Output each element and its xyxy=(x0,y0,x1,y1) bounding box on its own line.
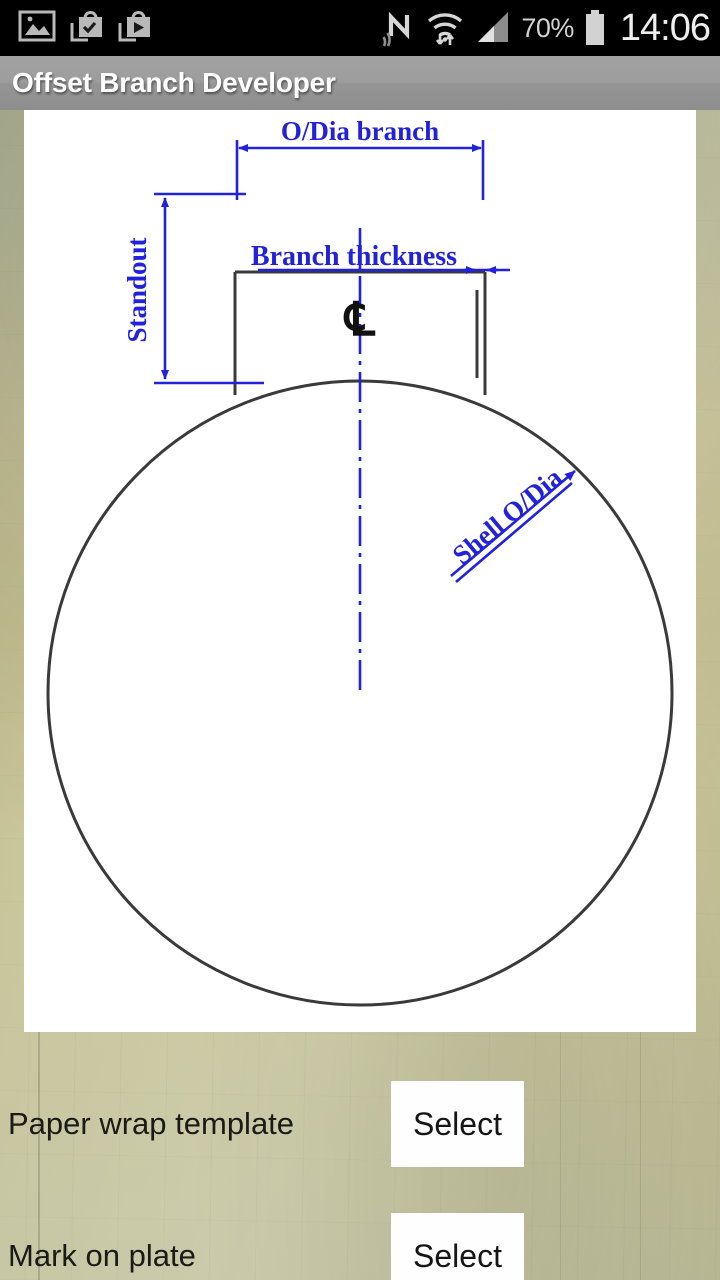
battery-icon xyxy=(585,10,604,45)
wifi-transfer-icon xyxy=(428,13,463,45)
action-bar: Offset Branch Developer xyxy=(0,56,720,110)
mark-on-plate-select-button[interactable]: Select xyxy=(391,1213,524,1280)
standout-label: Standout xyxy=(122,237,152,342)
status-bar-left-icons xyxy=(18,9,152,43)
app-screen: 70% 14:06 Offset Branch Developer O/Dia … xyxy=(0,0,720,1280)
centerline-symbol: ℄ xyxy=(343,294,376,345)
mark-on-plate-label: Mark on plate xyxy=(8,1238,196,1273)
status-bar-right-icons: 70% 14:06 xyxy=(382,2,711,54)
app-installed-icon xyxy=(70,11,102,42)
od-branch-label: O/Dia branch xyxy=(281,116,439,146)
drawing-panel[interactable]: O/Dia branch Standout Branch thickness ℄… xyxy=(24,110,696,1032)
clock-label: 14:06 xyxy=(619,6,711,49)
paper-wrap-template-label: Paper wrap template xyxy=(8,1106,295,1141)
branch-thickness-label: Branch thickness xyxy=(251,241,457,272)
battery-percent-label: 70% xyxy=(521,12,574,43)
shell-od-label: Shell O/Dia xyxy=(447,462,568,571)
nfc-icon xyxy=(382,11,410,47)
paper-wrap-template-select-button[interactable]: Select xyxy=(391,1081,524,1167)
cellular-signal-icon xyxy=(478,12,509,42)
offset-branch-diagram: O/Dia branch Standout Branch thickness ℄… xyxy=(46,116,674,1007)
status-bar: 70% 14:06 xyxy=(0,0,720,56)
play-store-icon xyxy=(118,11,150,42)
page-title: Offset Branch Developer xyxy=(12,67,336,98)
gallery-image-icon xyxy=(18,10,56,42)
